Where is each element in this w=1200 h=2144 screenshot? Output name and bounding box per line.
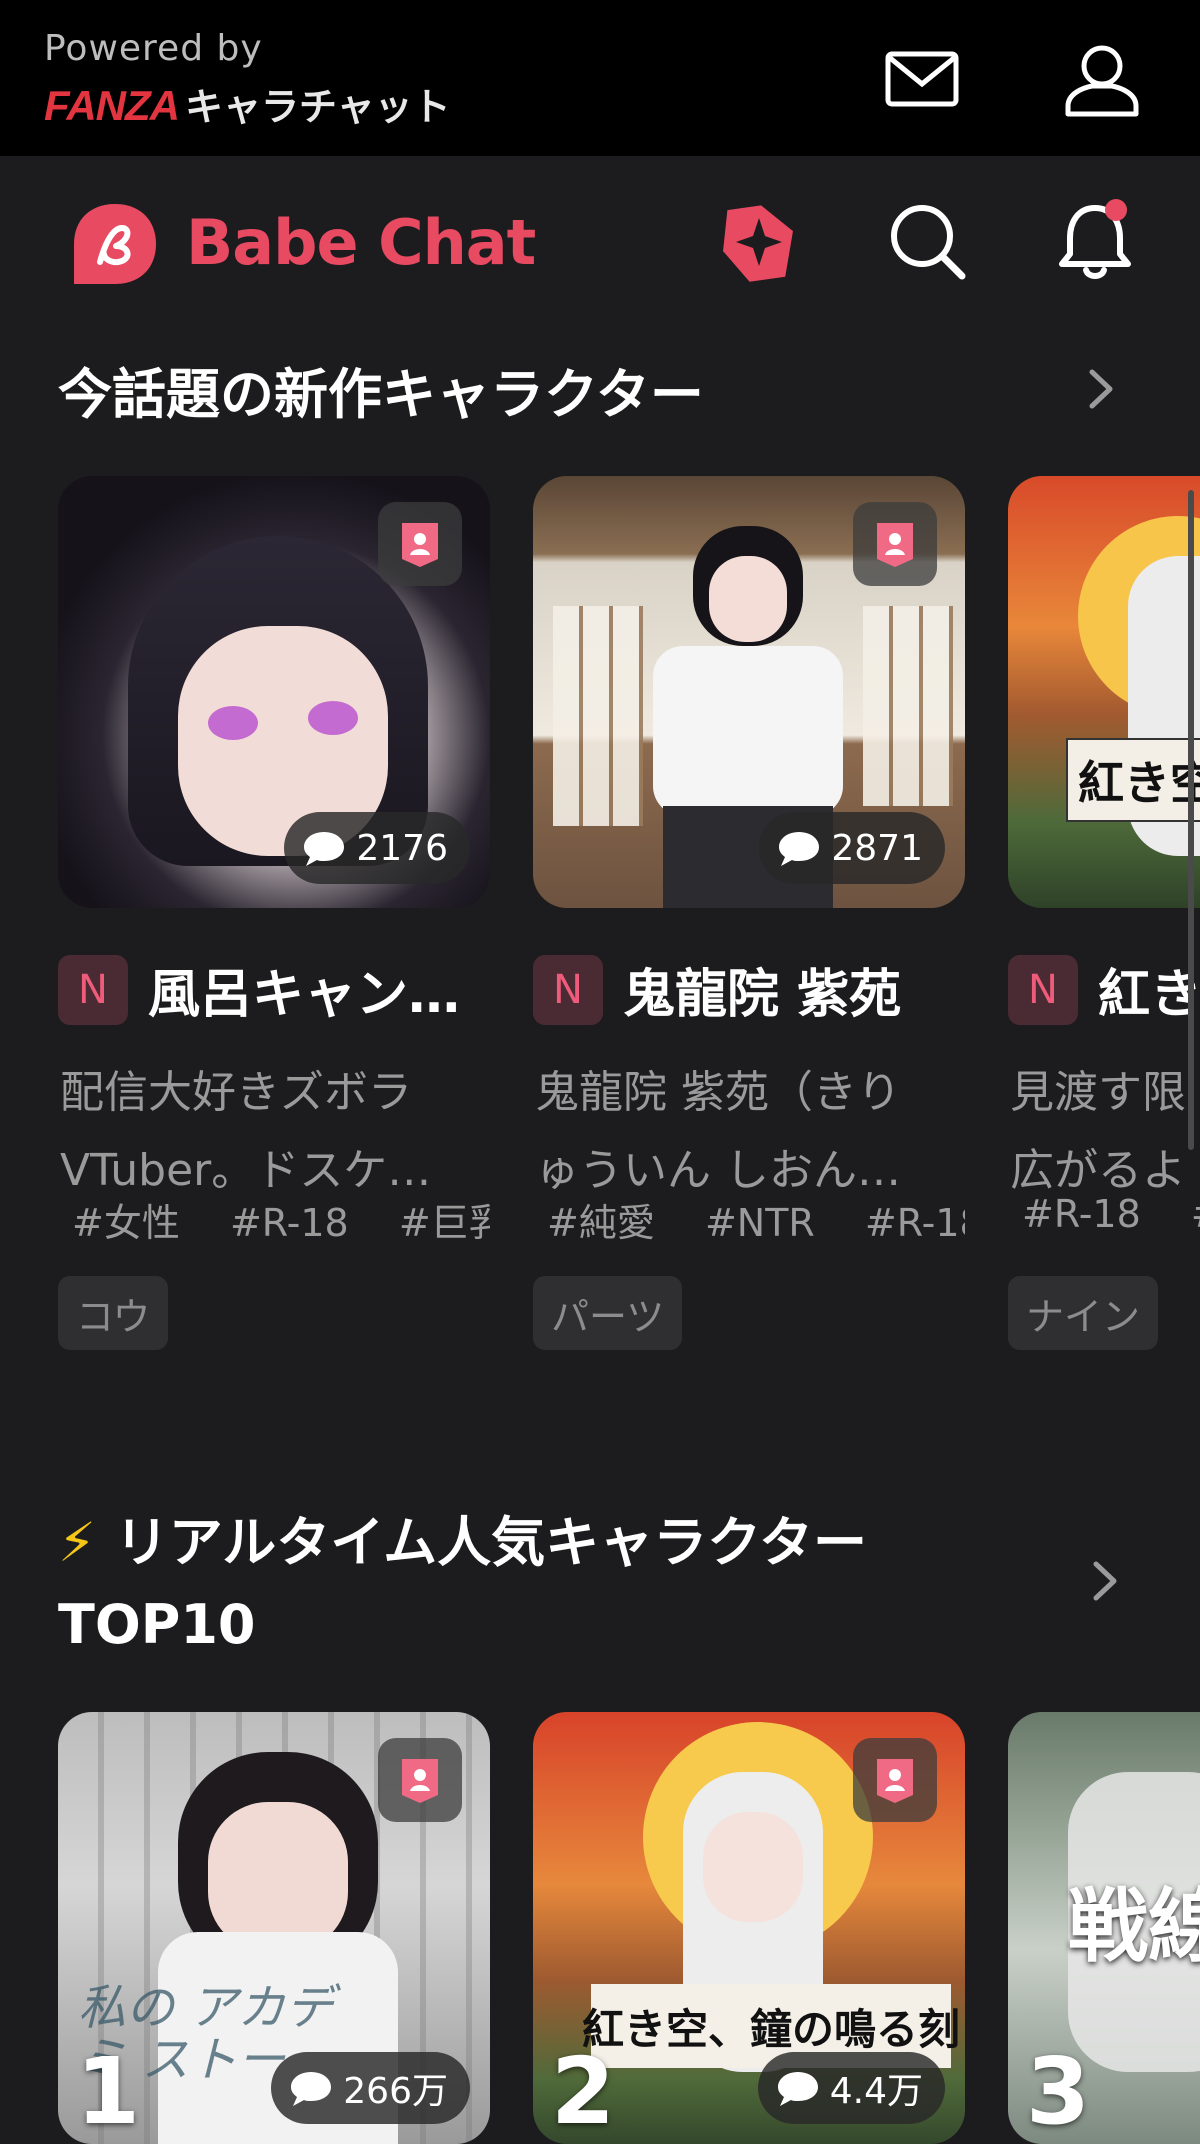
character-name[interactable]: 鬼龍院 紫苑	[623, 952, 901, 1027]
chat-count: 2871	[831, 827, 923, 869]
chat-count-badge: 266万	[271, 2052, 470, 2124]
character-thumbnail[interactable]: 紅き空	[1008, 476, 1200, 908]
chat-count: 266万	[343, 2071, 448, 2112]
tag[interactable]: #R-18	[865, 1201, 965, 1245]
character-card[interactable]: 紅き空 N 紅き 見渡す限 広がるよ #R-18 # ナイン	[1008, 476, 1200, 1376]
thumbnail-caption: 戦線	[1068, 1880, 1200, 1973]
character-thumbnail[interactable]: 戦線 3	[1008, 1712, 1200, 2144]
tag-list: #女性 #R-18 #巨乳	[72, 1192, 490, 1247]
tag-list: #純愛 #NTR #R-18	[547, 1192, 965, 1247]
chevron-right-icon[interactable]	[1084, 1556, 1124, 1606]
chat-count-badge: 4.4万	[757, 2052, 945, 2124]
character-thumbnail[interactable]: 紅き空、鐘の鳴る刻 2 4.4万	[533, 1712, 965, 2144]
chat-bubble-icon	[304, 832, 345, 866]
bookmark-icon[interactable]	[853, 1738, 937, 1822]
app-title[interactable]: Babe Chat	[186, 206, 536, 279]
tag[interactable]: #R-18	[230, 1201, 349, 1245]
rank-number: 2	[551, 2038, 616, 2144]
chat-count: 2176	[356, 827, 448, 869]
character-description: 見渡す限 広がるよ	[1010, 1067, 1186, 1196]
character-thumbnail[interactable]: 2176	[58, 476, 490, 908]
powered-by-label: Powered by	[44, 28, 263, 69]
character-thumbnail[interactable]: 私の アカデミ ストー 1 266万	[58, 1712, 490, 2144]
tag[interactable]: #	[1191, 1192, 1200, 1236]
character-name[interactable]: 風呂キャン…	[148, 952, 460, 1027]
app-header	[0, 156, 1200, 336]
chat-count-badge: 2176	[284, 812, 470, 884]
creator-chip[interactable]: コウ	[58, 1276, 169, 1350]
thumbnail-caption: 紅き空	[1066, 738, 1200, 822]
character-description: 配信大好きズボラ VTuber。ドスケ…	[60, 1067, 432, 1196]
babe-chat-logo-icon[interactable]	[70, 200, 160, 290]
rank-number: 3	[1026, 2038, 1091, 2144]
character-thumbnail[interactable]: 2871	[533, 476, 965, 908]
bookmark-icon[interactable]	[853, 502, 937, 586]
rank-number: 1	[76, 2038, 141, 2144]
lightning-icon: ⚡	[58, 1511, 96, 1574]
chat-count: 4.4万	[829, 2071, 923, 2112]
new-badge: N	[58, 954, 128, 1025]
section-title-realtime-ranking: ⚡ リアルタイム人気キャラクター TOP10	[58, 1511, 867, 1656]
tag[interactable]: #女性	[72, 1201, 180, 1245]
tag[interactable]: #巨乳	[399, 1201, 490, 1245]
ranking-card[interactable]: 戦線 3	[1008, 1712, 1200, 2144]
tag[interactable]: #R-18	[1022, 1192, 1141, 1236]
tag[interactable]: #純愛	[547, 1201, 655, 1245]
new-badge: N	[533, 954, 603, 1025]
notification-dot	[1105, 199, 1127, 221]
sparkle-icon[interactable]	[714, 196, 804, 286]
search-icon[interactable]	[882, 196, 972, 286]
bookmark-icon[interactable]	[378, 502, 462, 586]
chat-bubble-icon	[291, 2072, 332, 2106]
tag-list: #R-18 #	[1022, 1192, 1200, 1236]
powered-by-bar: Powered by FANZA キャラチャット	[0, 0, 1200, 156]
mail-icon[interactable]	[882, 40, 962, 120]
bell-icon[interactable]	[1050, 196, 1140, 286]
user-icon[interactable]	[1062, 40, 1142, 120]
new-badge: N	[1008, 954, 1078, 1025]
creator-chip[interactable]: パーツ	[533, 1276, 683, 1350]
chat-count-badge: 2871	[759, 812, 945, 884]
character-description: 鬼龍院 紫苑（きり ゅういん しおん…	[535, 1067, 901, 1196]
chat-bubble-icon	[777, 2072, 818, 2106]
bookmark-icon[interactable]	[378, 1738, 462, 1822]
kyara-chat-wordmark: キャラチャット	[185, 85, 451, 129]
section-title-new-characters: 今話題の新作キャラクター	[58, 363, 704, 426]
creator-chip[interactable]: ナイン	[1008, 1276, 1159, 1350]
character-name[interactable]: 紅き	[1098, 952, 1200, 1027]
fanza-logo[interactable]: FANZA キャラチャット	[44, 76, 451, 131]
scrollbar[interactable]	[1188, 490, 1194, 1150]
fanza-wordmark: FANZA	[44, 82, 180, 129]
chevron-right-icon[interactable]	[1080, 364, 1120, 414]
tag[interactable]: #NTR	[705, 1201, 815, 1245]
chat-bubble-icon	[779, 832, 820, 866]
